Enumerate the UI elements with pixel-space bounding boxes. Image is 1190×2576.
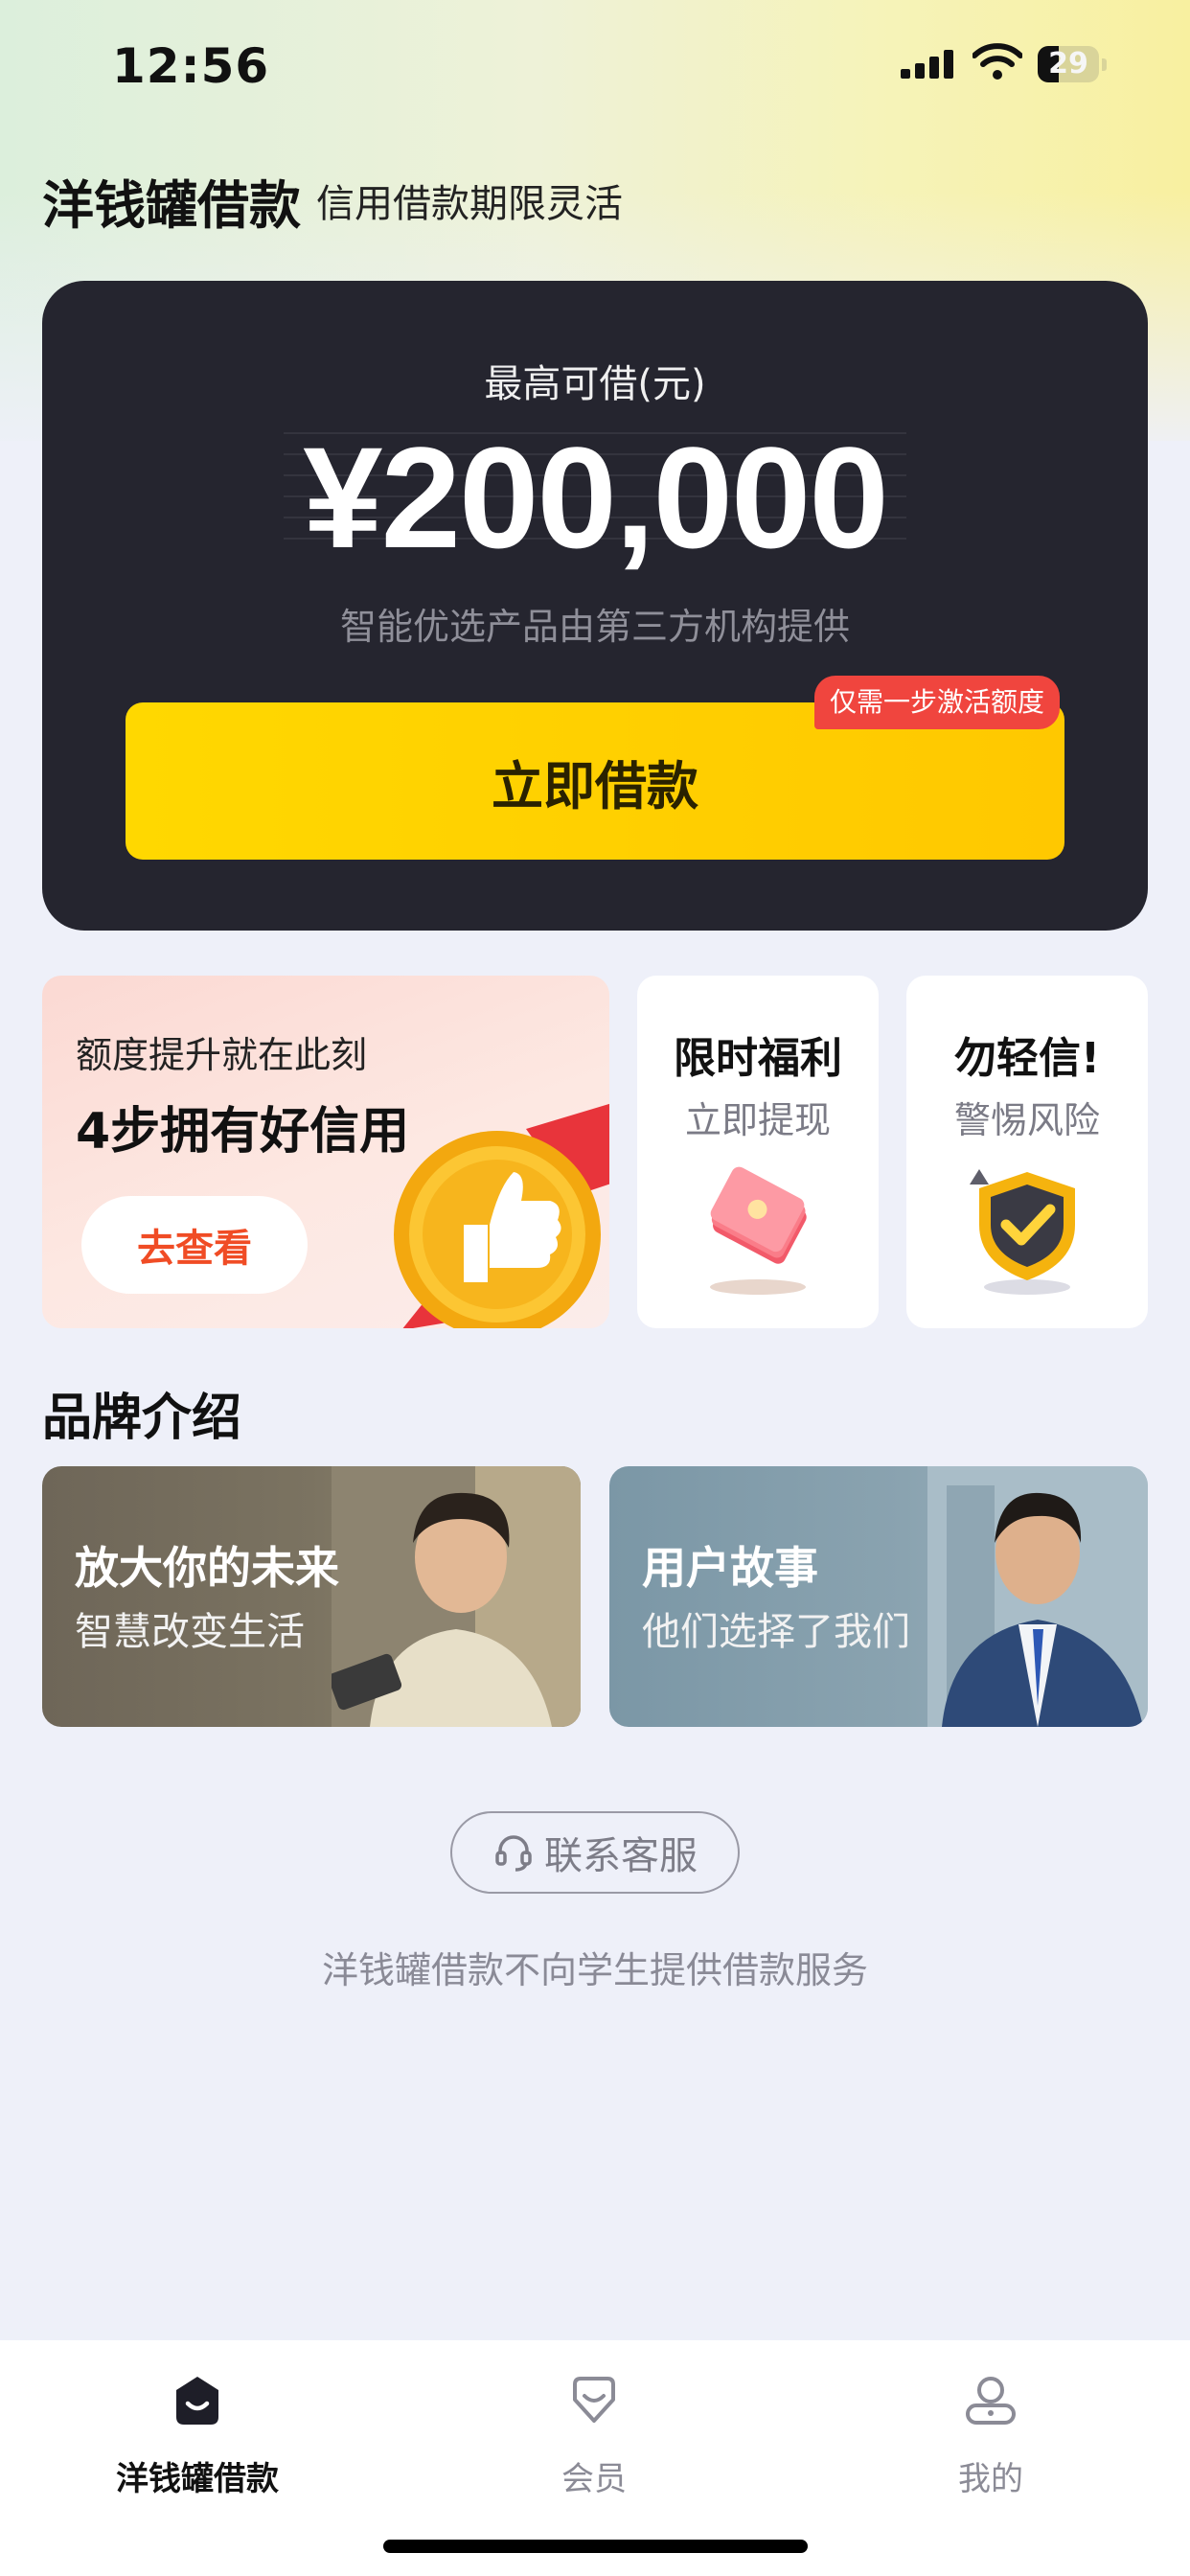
app-title: 洋钱罐借款	[42, 175, 301, 236]
battery-indicator: 29	[1038, 46, 1107, 82]
tab-home-label: 洋钱罐借款	[116, 2460, 279, 2498]
credit-limit-amount: ¥200,000	[303, 417, 889, 578]
tab-profile[interactable]: 我的	[885, 2361, 1096, 2498]
contact-service-button[interactable]: 联系客服	[450, 1811, 740, 1894]
member-icon	[573, 2377, 615, 2423]
credit-limit-card: 最高可借(元) ¥200,000 智能优选产品由第三方机构提供 立即借款 仅需一…	[42, 281, 1148, 931]
status-bar: 12:56 29	[0, 0, 1190, 134]
home-indicator	[383, 2540, 808, 2553]
brand-banner-stories[interactable]: 用户故事 他们选择了我们	[609, 1466, 1148, 1727]
risk-warning-title: 勿轻信!	[953, 1034, 1101, 1083]
thumbs-up-medal-icon	[394, 1103, 609, 1328]
home-smile-icon	[176, 2377, 218, 2425]
tab-member[interactable]: 会员	[489, 2361, 699, 2498]
banner-stories-title: 用户故事	[642, 1542, 818, 1594]
limited-offer-title: 限时福利	[674, 1034, 842, 1083]
tab-home[interactable]: 洋钱罐借款	[92, 2361, 303, 2498]
banner-stories-subtitle: 他们选择了我们	[642, 1610, 910, 1654]
banner-future-title: 放大你的未来	[75, 1542, 339, 1594]
wifi-icon	[973, 43, 1022, 80]
provider-note: 智能优选产品由第三方机构提供	[339, 606, 850, 648]
man-with-phone-photo	[332, 1466, 581, 1727]
cellular-signal-icon	[901, 50, 953, 79]
contact-service-label: 联系客服	[544, 1834, 698, 1878]
promo-subtitle: 额度提升就在此刻	[76, 1034, 368, 1076]
headset-icon	[495, 1835, 532, 1872]
businessman-photo	[927, 1466, 1148, 1727]
limited-offer-card[interactable]: 限时福利 立即提现	[637, 976, 879, 1328]
credit-limit-label: 最高可借(元)	[484, 362, 706, 406]
tab-profile-label: 我的	[958, 2460, 1023, 2498]
profile-icon	[966, 2377, 1016, 2425]
student-disclaimer: 洋钱罐借款不向学生提供借款服务	[321, 1949, 868, 1991]
brand-banner-future[interactable]: 放大你的未来 智慧改变生活	[42, 1466, 581, 1727]
clock: 12:56	[112, 38, 270, 94]
credit-boost-card[interactable]: 额度提升就在此刻 4步拥有好信用 去查看	[42, 976, 609, 1328]
risk-warning-card[interactable]: 勿轻信! 警惕风险	[906, 976, 1148, 1328]
app-subtitle: 信用借款期限灵活	[316, 182, 623, 226]
view-button[interactable]: 去查看	[81, 1196, 308, 1294]
limited-offer-subtitle: 立即提现	[684, 1099, 831, 1141]
shield-check-icon	[970, 1169, 1075, 1295]
activate-badge: 仅需一步激活额度	[814, 676, 1061, 729]
red-envelope-icon	[710, 1166, 807, 1295]
promo-title: 4步拥有好信用	[76, 1103, 410, 1161]
battery-level: 29	[1048, 47, 1088, 80]
tab-member-label: 会员	[561, 2460, 627, 2498]
brand-section-title: 品牌介绍	[42, 1390, 242, 1447]
risk-warning-subtitle: 警惕风险	[953, 1099, 1100, 1141]
banner-future-subtitle: 智慧改变生活	[75, 1610, 305, 1654]
